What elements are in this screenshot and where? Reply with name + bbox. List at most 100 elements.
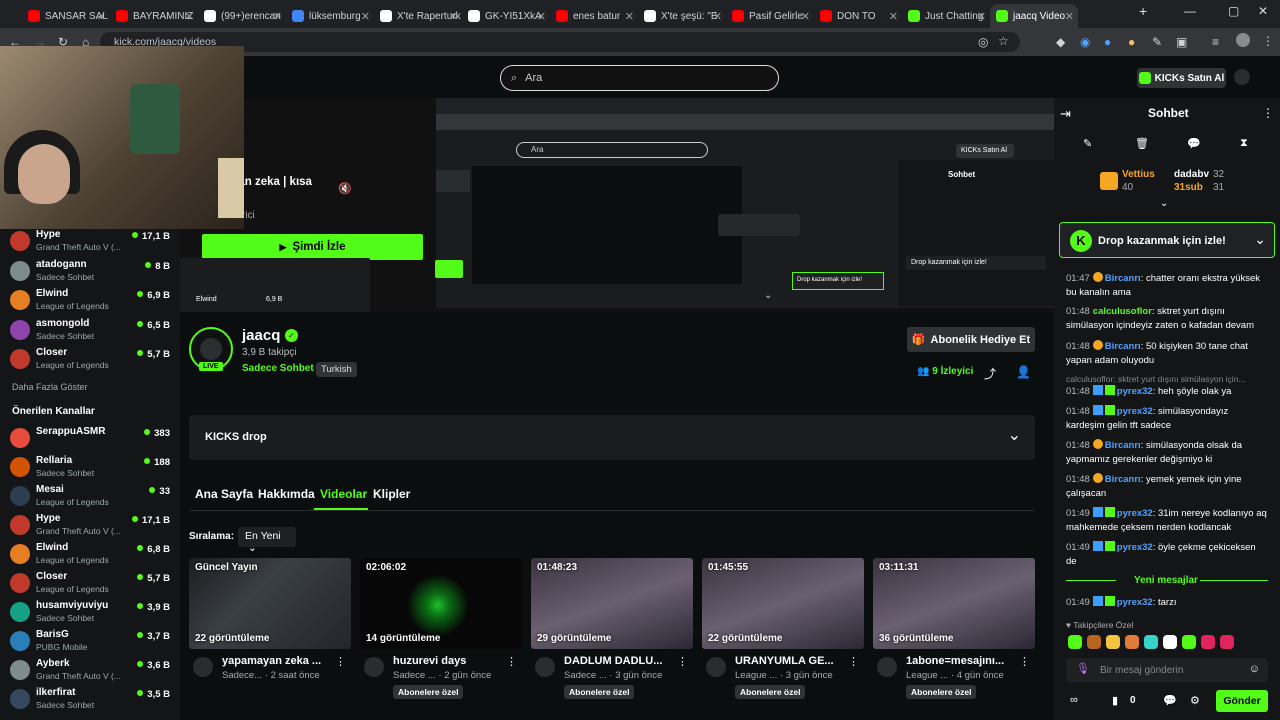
chat-user[interactable]: Bircanrı [1105, 440, 1141, 451]
sidebar-channel[interactable]: atadogann Sadece Sohbet 8 B [10, 257, 170, 285]
hide-icon[interactable]: ◎ [978, 35, 988, 49]
tab-close-icon[interactable]: ✕ [1065, 10, 1074, 23]
settings-gear-icon[interactable]: ⚙ [1190, 694, 1200, 707]
video-title[interactable]: URANYUMLA GE... [735, 655, 834, 667]
emote-icon[interactable] [1106, 635, 1120, 649]
video-title[interactable]: huzurevi days [393, 655, 466, 667]
drop-banner[interactable]: K Drop kazanmak için izle! ⌄ [1059, 222, 1275, 258]
video-avatar[interactable] [706, 657, 726, 677]
extension-icon[interactable]: ● [1128, 35, 1135, 49]
browser-tab[interactable]: (99+)erencan ✕ [198, 4, 286, 28]
close-window-icon[interactable]: ✕ [1258, 4, 1268, 18]
show-more-link[interactable]: Daha Fazla Göster [12, 382, 88, 392]
follow-user-icon[interactable]: 👤 [1016, 365, 1031, 379]
profile-avatar[interactable] [1236, 33, 1250, 47]
chat-user[interactable]: calculusoflor [1093, 306, 1152, 317]
share-icon[interactable]: ⤴ [984, 365, 996, 382]
more-vert-icon[interactable]: ⋮ [1262, 34, 1274, 48]
tab-close-icon[interactable]: ✕ [97, 10, 106, 23]
browser-tab[interactable]: SANSAR SAL ✕ [22, 4, 110, 28]
video-thumbnail[interactable]: Güncel Yayın 22 görüntüleme [189, 558, 351, 649]
mute-icon[interactable]: 🔇 [338, 182, 352, 195]
chat-user[interactable]: pyrex32 [1117, 597, 1153, 608]
emote-icon[interactable] [1163, 635, 1177, 649]
chat-bubble-icon[interactable]: 💬 [1163, 694, 1177, 707]
video-more-icon[interactable]: ⋮ [1019, 655, 1030, 668]
chat-user[interactable]: pyrex32 [1117, 508, 1153, 519]
video-more-icon[interactable]: ⋮ [335, 655, 346, 668]
video-title[interactable]: 1abone=mesajını... [906, 655, 1004, 667]
chat-more-icon[interactable]: ⋮ [1262, 106, 1274, 120]
tab-close-icon[interactable]: ✕ [537, 10, 546, 23]
microphone-icon[interactable]: 🎙 [1076, 662, 1090, 675]
sidebar-channel[interactable]: Hype Grand Theft Auto V (... 17,1 B [10, 511, 170, 539]
sidebar-channel[interactable]: Ayberk Grand Theft Auto V (... 3,6 B [10, 656, 170, 684]
extension-icon[interactable]: ◆ [1056, 35, 1065, 49]
trash-icon[interactable]: 🗑 [1135, 137, 1149, 150]
minimize-icon[interactable]: — [1184, 4, 1196, 18]
loop-icon[interactable]: ∞ [1070, 694, 1078, 706]
browser-tab[interactable]: DON TO ✕ [814, 4, 902, 28]
browser-tab[interactable]: BAYRAMINIZ ✕ [110, 4, 198, 28]
tab-close-icon[interactable]: ✕ [713, 10, 722, 23]
sidebar-channel[interactable]: Closer League of Legends 5,7 B [10, 569, 170, 597]
watch-now-button[interactable]: ▶ Şimdi İzle [202, 234, 423, 260]
language-tag[interactable]: Turkish [316, 362, 357, 377]
sort-dropdown[interactable]: En Yeni ⌄ [238, 527, 296, 554]
video-more-icon[interactable]: ⋮ [677, 655, 688, 668]
video-avatar[interactable] [535, 657, 555, 677]
pin-icon[interactable]: ✎ [1083, 137, 1092, 150]
emote-icon[interactable] [1144, 635, 1158, 649]
chat-user[interactable]: pyrex32 [1117, 406, 1153, 417]
sidebar-channel[interactable]: Rellaria Sadece Sohbet 188 [10, 453, 170, 481]
sidebar-channel[interactable]: BarisG PUBG Mobile 3,7 B [10, 627, 170, 655]
sidebar-channel[interactable]: Elwind League of Legends 6,9 B [10, 286, 170, 314]
sidebar-channel[interactable]: Mesai League of Legends 33 [10, 482, 170, 510]
browser-tab[interactable]: Just Chatting ✕ [902, 4, 990, 28]
search-input[interactable]: ⌕ Ara [500, 65, 779, 91]
sidebar-channel[interactable]: asmongold Sadece Sohbet 6,5 B [10, 316, 170, 344]
tab-close-icon[interactable]: ✕ [449, 10, 458, 23]
chat-user[interactable]: pyrex32 [1117, 542, 1153, 553]
video-thumbnail[interactable]: 01:48:23 29 görüntüleme [531, 558, 693, 649]
tab-close-icon[interactable]: ✕ [185, 10, 194, 23]
sidebar-channel[interactable]: SerappuASMR 383 [10, 424, 170, 452]
video-thumbnail[interactable]: 02:06:02 14 görüntüleme [360, 558, 522, 649]
buy-kicks-button[interactable]: KICKs Satın Al [1137, 68, 1226, 88]
tab-clips[interactable]: Klipler [373, 487, 410, 501]
sidebar-channel[interactable]: Closer League of Legends 5,7 B [10, 345, 170, 373]
video-avatar[interactable] [193, 657, 213, 677]
tab-close-icon[interactable]: ✕ [273, 10, 282, 23]
kicks-icon[interactable]: ▮ [1112, 694, 1118, 707]
extension-icon[interactable]: ● [1104, 35, 1111, 49]
chevron-down-icon[interactable]: ⌄ [1008, 425, 1021, 445]
chat-input[interactable]: 🎙 Bir mesaj gönderin ☺ [1066, 658, 1268, 682]
sidebar-channel[interactable]: husamviyuviyu Sadece Sohbet 3,9 B [10, 598, 170, 626]
tab-close-icon[interactable]: ✕ [361, 10, 370, 23]
user-avatar[interactable] [1234, 69, 1250, 85]
tab-videos[interactable]: Videolar [320, 487, 367, 501]
browser-tab[interactable]: Pasif Gelirle ✕ [726, 4, 814, 28]
browser-tab[interactable]: lüksemburg ✕ [286, 4, 374, 28]
chevron-down-icon[interactable]: ⌄ [1254, 231, 1266, 248]
collapse-chat-icon[interactable]: ⇥ [1060, 106, 1071, 122]
menu-lines-icon[interactable]: ≡ [1212, 35, 1219, 49]
browser-tab[interactable]: enes batur ✕ [550, 4, 638, 28]
new-tab-icon[interactable]: + [1139, 3, 1147, 19]
sidebar-channel[interactable]: ilkerfirat Sadece Sohbet 3,5 B [10, 685, 170, 713]
channel-category[interactable]: Sadece Sohbet [242, 363, 314, 374]
video-thumbnail[interactable]: 01:45:55 22 görüntüleme [702, 558, 864, 649]
emote-icon[interactable] [1068, 635, 1082, 649]
emote-icon[interactable] [1182, 635, 1196, 649]
chat-bubble-icon[interactable]: 💬 [1187, 137, 1201, 150]
puzzle-icon[interactable]: ▣ [1176, 35, 1187, 49]
extension-icon[interactable]: ✎ [1152, 35, 1162, 49]
send-button[interactable]: Gönder [1216, 690, 1268, 712]
hourglass-icon[interactable]: ⧗ [1240, 137, 1248, 150]
video-avatar[interactable] [877, 657, 897, 677]
emote-icon[interactable] [1087, 635, 1101, 649]
browser-tab[interactable]: X'te şeşü: "E ✕ [638, 4, 726, 28]
browser-tab[interactable]: jaacq Video ✕ [990, 4, 1078, 28]
expand-leaders-icon[interactable]: ⌄ [1160, 198, 1168, 209]
chat-user[interactable]: Bircanrı [1105, 341, 1141, 352]
